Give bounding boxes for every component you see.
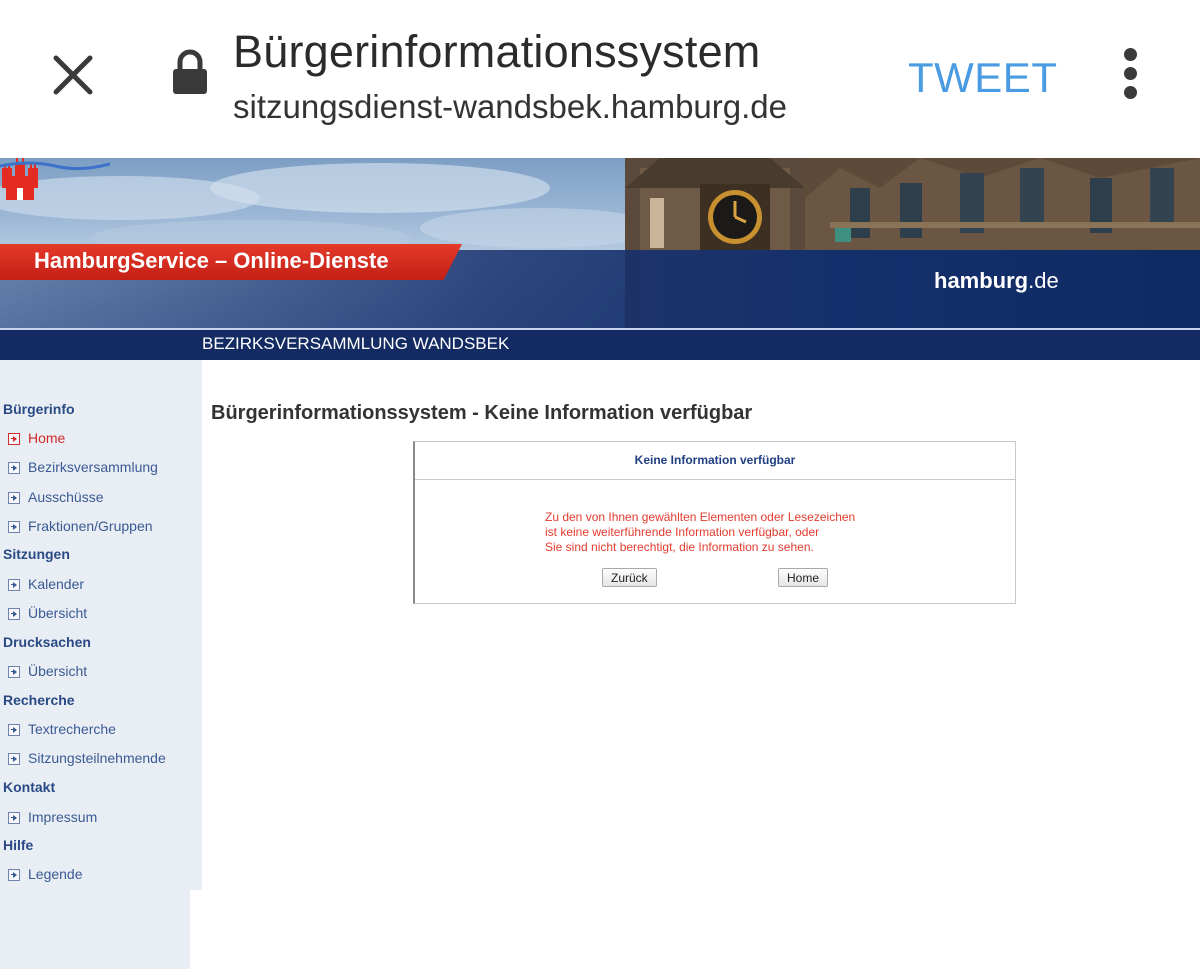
sidebar-item-kalender[interactable]: Kalender [8,576,84,592]
sidebar-item-textrecherche[interactable]: Textrecherche [8,721,116,737]
arrow-right-icon [8,492,20,504]
logo-suffix: .de [1028,268,1059,293]
more-options-icon[interactable] [1116,48,1144,102]
arrow-right-icon [8,433,20,445]
sidebar-item-drucksachen-uebersicht[interactable]: Übersicht [8,663,87,679]
sidebar-footer [0,890,190,969]
tweet-button[interactable]: TWEET [908,54,1057,102]
section-title-kontakt: Kontakt [3,779,56,795]
sidebar-item-bezirksversammlung[interactable]: Bezirksversammlung [8,459,158,475]
arrow-right-icon [8,724,20,736]
home-button[interactable]: Home [778,568,829,587]
sidebar-item-sitzungsteilnehmende[interactable]: Sitzungsteilnehmende [8,750,166,766]
district-label: BEZIRKSVERSAMMLUNG WANDSBEK [202,334,510,353]
arrow-right-icon [8,462,20,474]
sidebar-item-fraktionen[interactable]: Fraktionen/Gruppen [8,518,153,534]
logo-text: hamburg [934,268,1029,293]
sidebar-item-sitzungen-uebersicht[interactable]: Übersicht [8,605,87,621]
arrow-right-icon [8,608,20,620]
sidebar-item-home[interactable]: Home [8,430,65,446]
info-box-title: Keine Information verfügbar [415,442,1015,480]
close-icon[interactable] [48,50,98,100]
arrow-right-icon [8,869,20,881]
hamburg-logo[interactable]: hamburg.de [934,268,1059,294]
wave-icon [0,161,110,171]
lock-icon [173,49,207,94]
sidebar-item-impressum[interactable]: Impressum [8,809,97,825]
section-title-recherche: Recherche [3,692,75,708]
info-box: Keine Information verfügbar Zu den von I… [413,441,1016,604]
browser-toolbar: Bürgerinformationssystem sitzungsdienst-… [0,0,1200,158]
section-title-sitzungen: Sitzungen [3,546,70,562]
sidebar-item-legende[interactable]: Legende [8,866,83,882]
sidebar: Bürgerinfo Home Bezirksversammlung Aussc… [0,360,202,890]
page-title: Bürgerinformationssystem [233,26,761,77]
info-message: Zu den von Ihnen gewählten Elementen ode… [545,510,855,555]
arrow-right-icon [8,521,20,533]
info-message-line: Zu den von Ihnen gewählten Elementen ode… [545,510,856,524]
sidebar-item-ausschuesse[interactable]: Ausschüsse [8,489,103,505]
back-button[interactable]: Zurück [602,568,657,587]
info-message-line: ist keine weiterführende Information ver… [545,525,820,539]
arrow-right-icon [8,753,20,765]
info-message-line: Sie sind nicht berechtigt, die Informati… [545,540,814,554]
section-title-hilfe: Hilfe [3,837,34,853]
section-title-buergerinfo: Bürgerinfo [3,401,75,417]
district-bar: BEZIRKSVERSAMMLUNG WANDSBEK [0,328,1200,360]
arrow-right-icon [8,579,20,591]
arrow-right-icon [8,812,20,824]
arrow-right-icon [8,666,20,678]
section-title-drucksachen: Drucksachen [3,634,91,650]
service-label: HamburgService – Online-Dienste [34,248,389,273]
page-url: sitzungsdienst-wandsbek.hamburg.de [233,88,787,125]
site-banner: HamburgService – Online-Dienste hamburg.… [0,158,1200,328]
main-heading: Bürgerinformationssystem - Keine Informa… [211,402,753,424]
